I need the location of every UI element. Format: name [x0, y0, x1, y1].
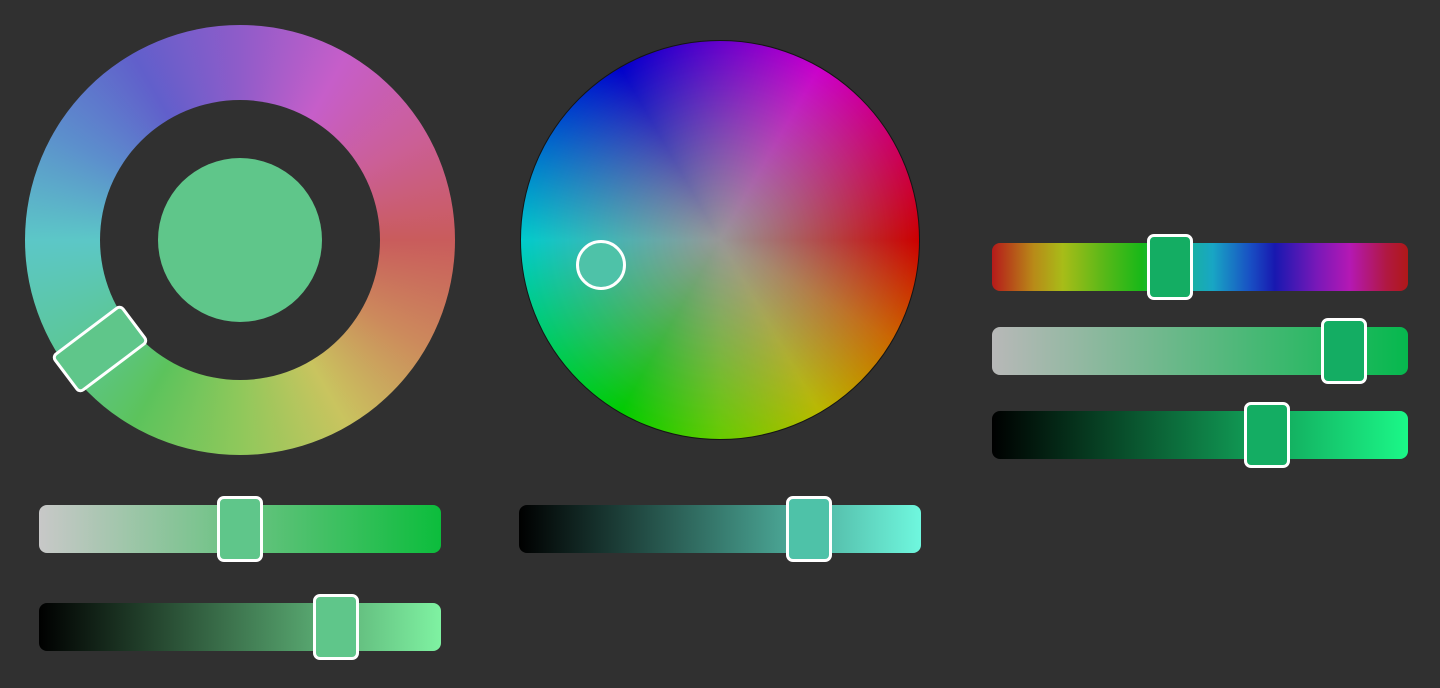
wheel-value-slider-track[interactable] [519, 505, 921, 553]
wheel-value-slider-thumb[interactable] [786, 496, 832, 562]
ring-saturation-slider-thumb[interactable] [217, 496, 263, 562]
value-slider-thumb[interactable] [1243, 402, 1290, 468]
hue-slider-thumb[interactable] [1147, 234, 1194, 300]
color-preview-swatch [158, 158, 322, 322]
wheel-value-shade [520, 40, 920, 440]
hue-slider-track[interactable] [992, 243, 1408, 291]
wheel-cursor-handle[interactable] [576, 240, 626, 290]
saturation-slider-thumb[interactable] [1321, 318, 1368, 384]
ring-value-slider-thumb[interactable] [313, 594, 360, 660]
ring-value-slider-track[interactable] [39, 603, 441, 651]
value-slider-track[interactable] [992, 411, 1408, 459]
